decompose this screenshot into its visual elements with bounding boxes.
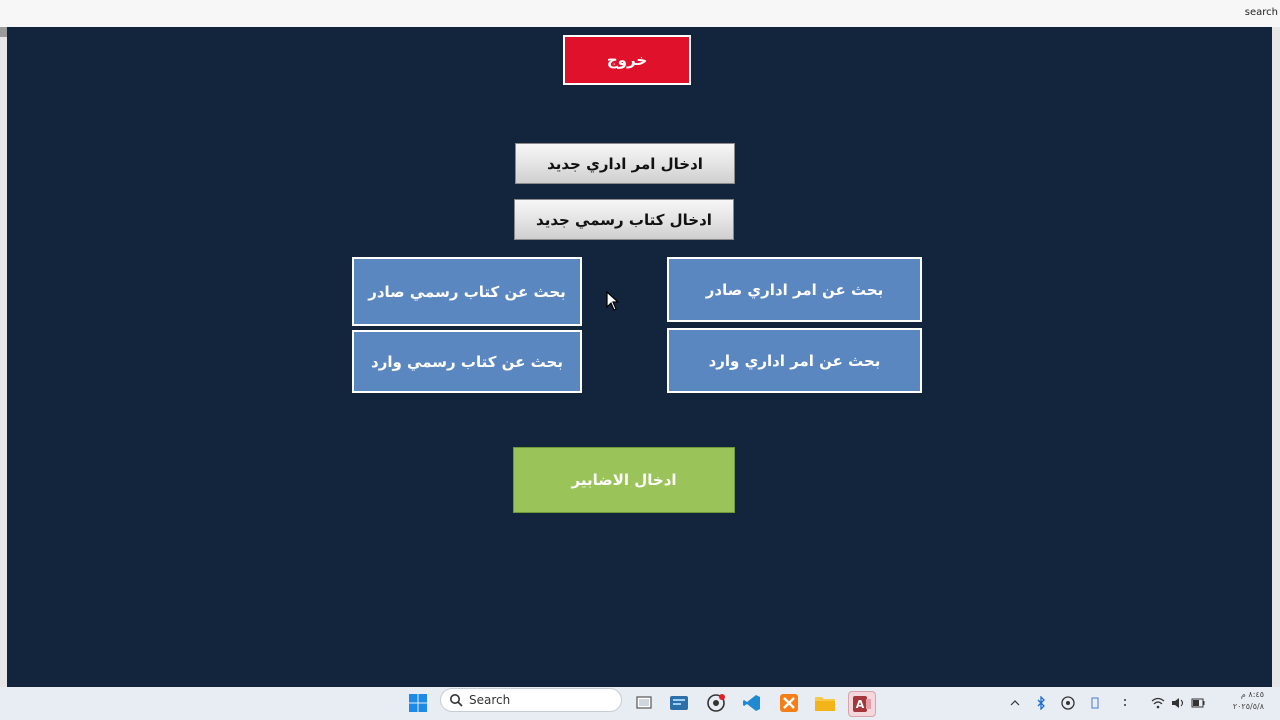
system-clock[interactable]: ٨:٤٥ م ٢٠٢٥/٥/٨ [1218,689,1264,713]
battery-icon[interactable] [1190,695,1206,711]
volume-icon[interactable] [1170,695,1186,711]
obs-icon[interactable] [1060,695,1076,711]
search-outgoing-letter-button[interactable]: بحث عن كتاب رسمي صادر [352,257,582,326]
left-edge-marker [0,27,7,37]
exit-button[interactable]: خروج [563,35,691,85]
left-scroll-edge [0,27,7,687]
taskbar-search-placeholder: Search [469,693,511,707]
window-search-label[interactable]: search [1245,7,1278,18]
taskbar-search-box[interactable]: Search [440,688,622,712]
chrome-icon[interactable] [703,691,729,715]
bluetooth-icon[interactable] [1034,695,1048,711]
search-incoming-order-button[interactable]: بحث عن امر اداري وارد [667,328,922,393]
enter-folders-button[interactable]: ادخال الاضابير [513,447,735,513]
wifi-icon[interactable] [1150,695,1166,711]
access-icon[interactable]: A [848,691,876,717]
network-tray-icon[interactable] [1088,695,1102,711]
svg-text:A: A [856,698,865,711]
search-icon [450,694,463,707]
clock-date: ٢٠٢٥/٥/٨ [1232,702,1264,711]
file-explorer-icon[interactable] [812,691,838,715]
main-menu-form: خروج ادخال امر اداري جديد ادخال كتاب رسم… [7,27,1272,687]
search-outgoing-order-button[interactable]: بحث عن امر اداري صادر [667,257,922,322]
show-hidden-icons-chevron-icon[interactable] [1008,695,1022,711]
xampp-icon[interactable] [776,691,802,715]
window-titlebar: search [0,0,1280,28]
clock-time: ٨:٤٥ م [1240,690,1264,699]
taskbar: Search A ٨:٤٥ م ٢٠٢٥/٥/٨ [0,687,1280,720]
vscode-icon[interactable] [739,691,765,715]
windows-start-icon[interactable] [405,691,431,715]
task-view-icon[interactable] [631,691,657,715]
widgets-icon[interactable] [666,691,692,715]
right-scroll-edge[interactable] [1272,27,1280,687]
keyboard-layout-icon[interactable] [1118,695,1132,711]
new-admin-order-button[interactable]: ادخال امر اداري جديد [515,143,735,184]
search-incoming-letter-button[interactable]: بحث عن كتاب رسمي وارد [352,330,582,393]
new-official-letter-button[interactable]: ادخال كتاب رسمي جديد [514,199,734,240]
mouse-pointer-icon [606,291,620,311]
